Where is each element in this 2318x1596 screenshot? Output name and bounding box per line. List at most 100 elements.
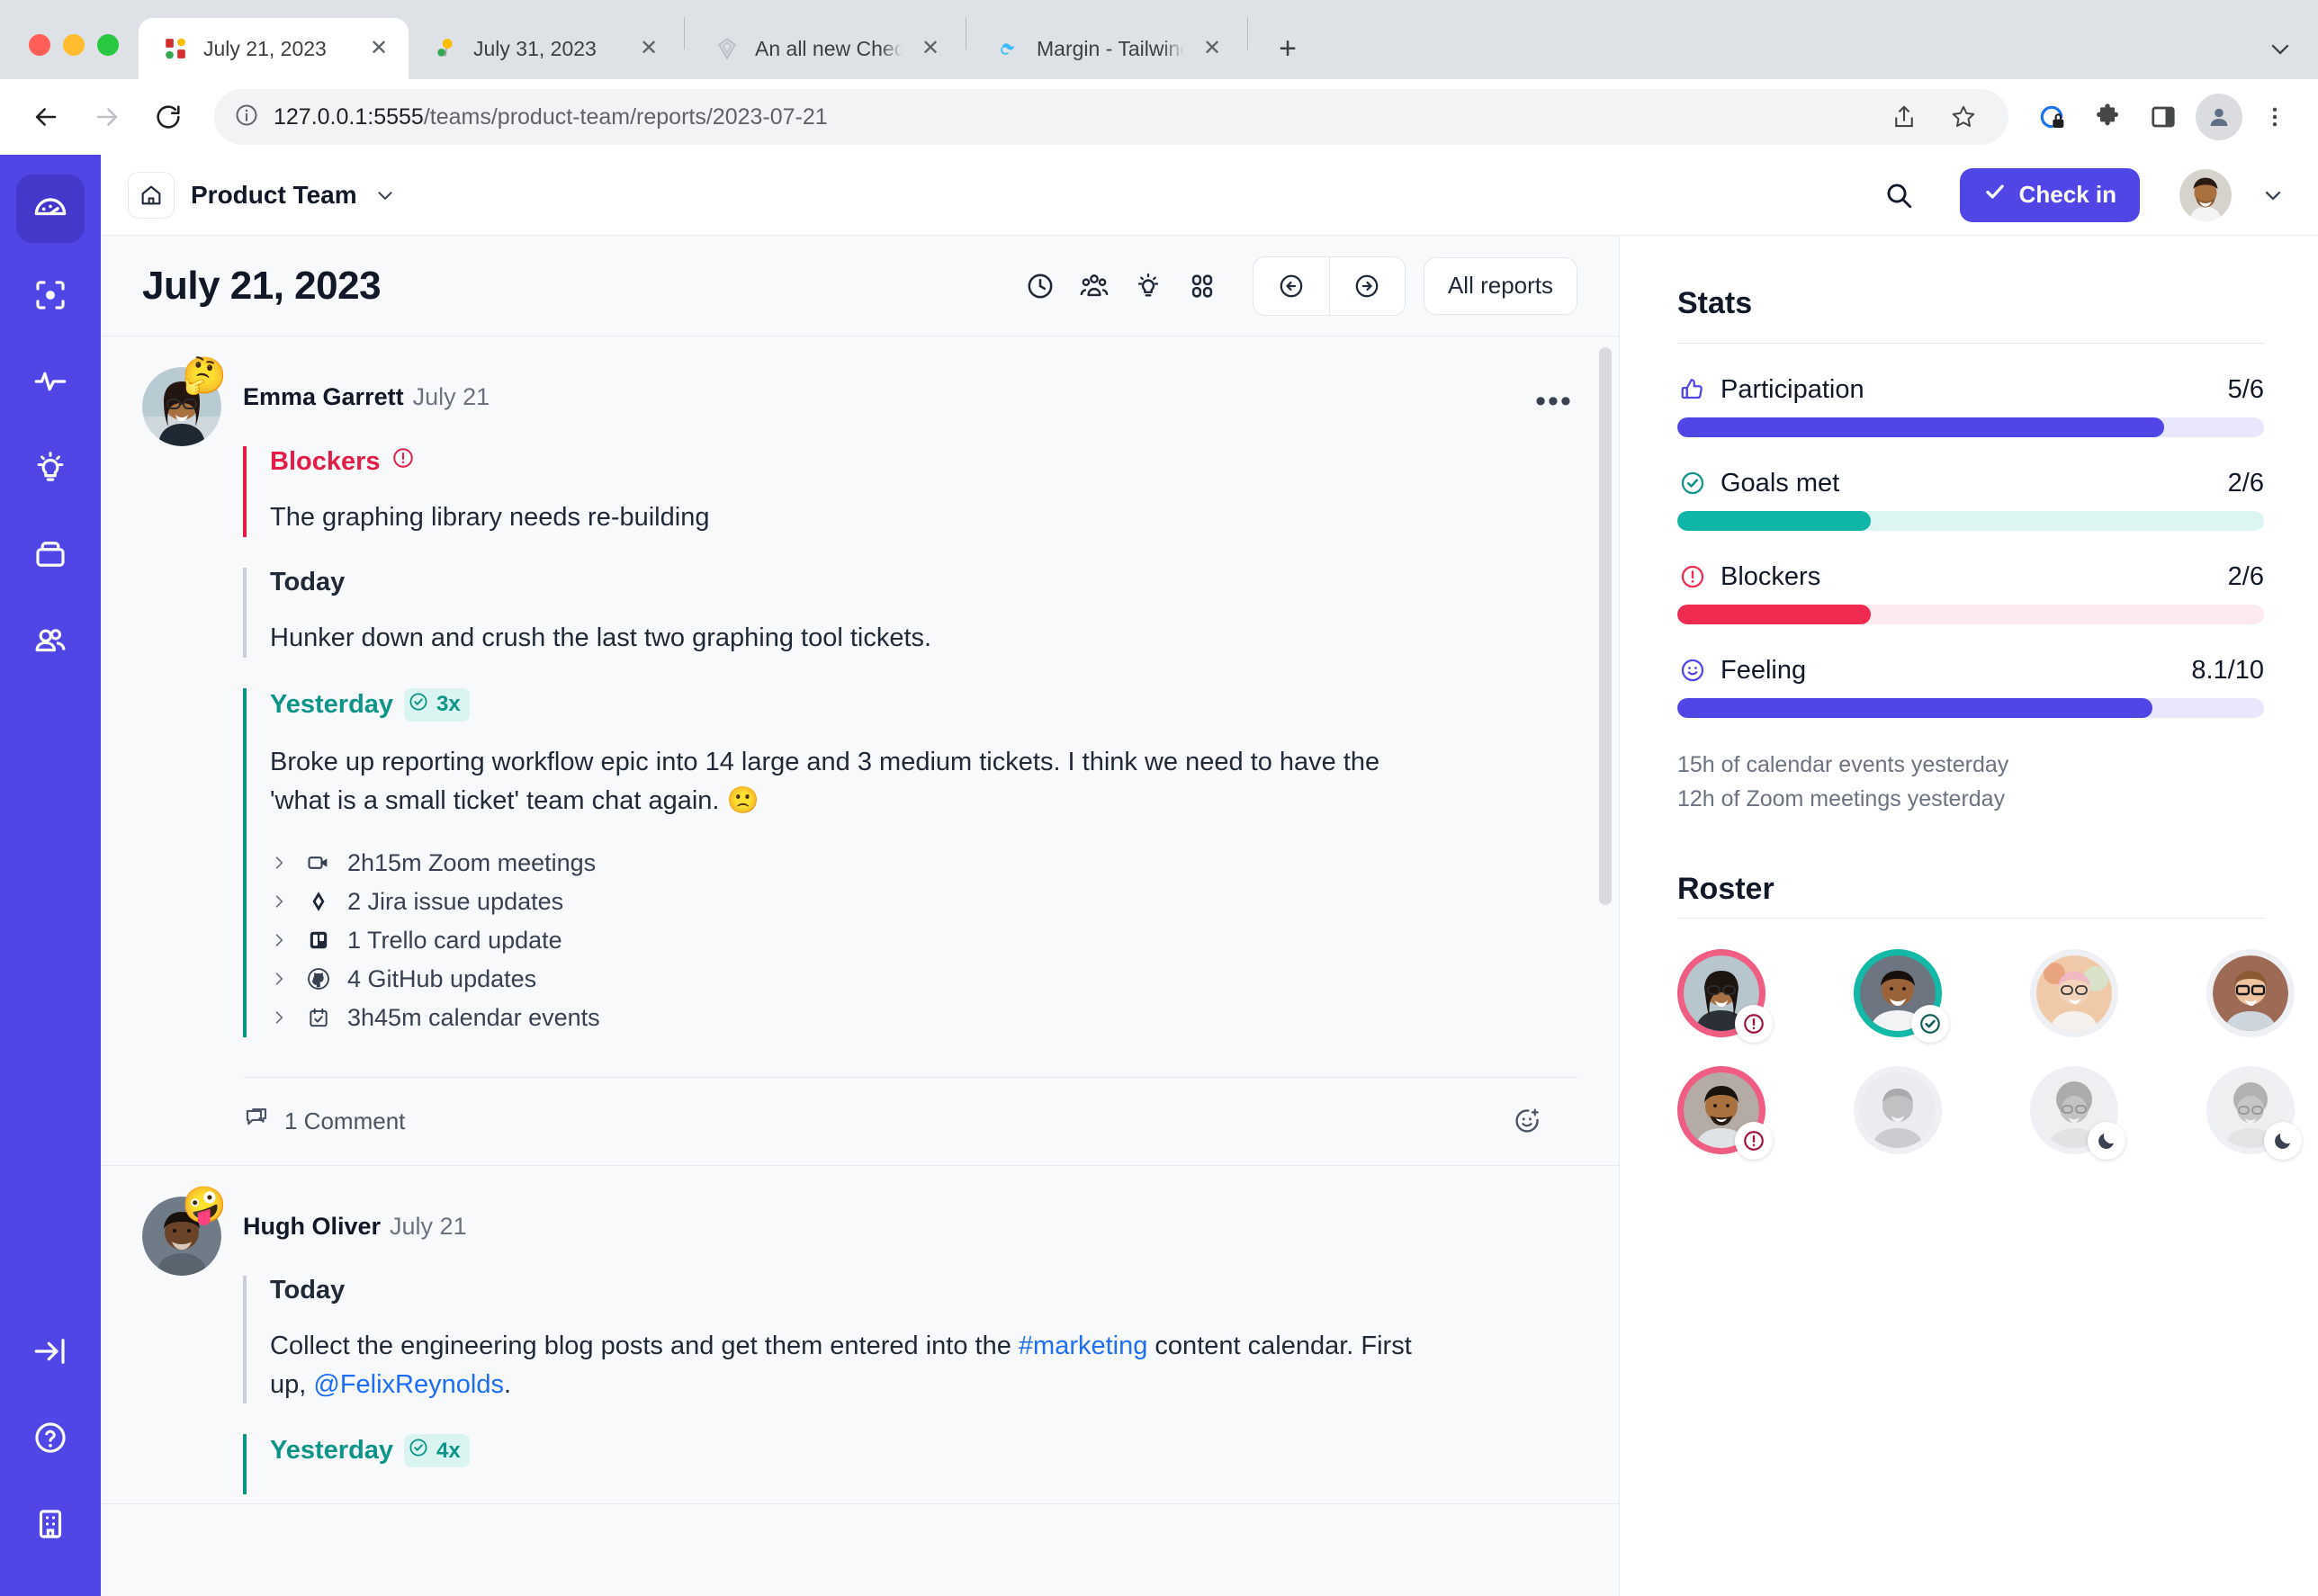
close-window-button[interactable] [29, 34, 50, 56]
roster-member-1[interactable] [1677, 949, 1773, 1043]
sidebar-item-pulse[interactable] [16, 347, 85, 416]
smiley-icon [1677, 655, 1708, 686]
stat-feeling: Feeling 8.1/10 [1677, 655, 2264, 718]
browser-tab-1[interactable]: July 21, 2023 ✕ [139, 18, 409, 79]
clock-icon[interactable] [1013, 259, 1067, 313]
report-post: 🤔 Emma Garrett July 21 ••• Blockers The … [101, 336, 1619, 1166]
sidebar-item-ideas[interactable] [16, 434, 85, 502]
address-bar[interactable]: 127.0.0.1:5555/teams/product-team/report… [214, 89, 2008, 145]
roster-member-4[interactable] [2206, 949, 2295, 1037]
home-icon[interactable] [128, 171, 175, 219]
side-panel-icon[interactable] [2138, 92, 2188, 142]
roster-member-8[interactable] [2206, 1066, 2302, 1160]
list-item[interactable]: 1 Trello card update [270, 921, 1577, 960]
browser-tab-2[interactable]: July 31, 2023 ✕ [409, 18, 678, 79]
section-yesterday: Yesterday 3x Broke up reporting workflow… [243, 687, 1577, 1037]
check-circle-icon [1677, 468, 1708, 498]
all-reports-button[interactable]: All reports [1423, 256, 1577, 315]
chevron-down-icon[interactable] [373, 184, 397, 207]
close-icon[interactable]: ✕ [1199, 35, 1226, 62]
site-info-icon[interactable] [234, 103, 259, 132]
close-icon[interactable]: ✕ [917, 35, 944, 62]
reload-icon[interactable] [140, 89, 196, 145]
list-item-label: 2 Jira issue updates [347, 887, 564, 915]
stat-participation: Participation 5/6 [1677, 374, 2264, 437]
tab-divider [1247, 17, 1248, 49]
chevron-down-icon[interactable] [2255, 23, 2305, 74]
help-circle-icon[interactable] [16, 1403, 85, 1472]
people-group-icon[interactable] [1067, 259, 1121, 313]
hashtag-link[interactable]: #marketing [1019, 1331, 1147, 1360]
bookmark-star-icon[interactable] [1938, 92, 1989, 142]
section-text: The graphing library needs re-building [270, 503, 710, 532]
avatar[interactable]: 🤪 [142, 1188, 227, 1276]
reports-feed: July 21, 2023 All reports 🤔 Emma Garrett… [101, 236, 1620, 1596]
section-today: Today Hunker down and crush the last two… [243, 567, 1577, 658]
app-content: Product Team Check in July 21, 2023 All … [101, 155, 2318, 1596]
stat-label: Feeling [1721, 655, 1807, 685]
feed-scroll-area[interactable]: 🤔 Emma Garrett July 21 ••• Blockers The … [101, 336, 1619, 1596]
roster-member-3[interactable] [2030, 949, 2118, 1037]
maximize-window-button[interactable] [97, 34, 119, 56]
profile-icon[interactable] [2194, 92, 2244, 142]
more-options-icon[interactable]: ••• [1531, 378, 1577, 425]
post-header: 🤔 Emma Garrett July 21 ••• [142, 358, 1577, 446]
roster-member-2[interactable] [1854, 949, 1949, 1043]
avatar[interactable]: 🤔 [142, 358, 227, 446]
list-item[interactable]: 2h15m Zoom meetings [270, 844, 1577, 883]
share-icon[interactable] [1879, 92, 1929, 142]
sidebar-item-archive[interactable] [16, 520, 85, 588]
back-icon[interactable] [18, 89, 74, 145]
chevron-down-icon[interactable] [2260, 183, 2286, 208]
tab-strip: July 21, 2023 ✕ July 31, 2023 ✕ An all n… [0, 0, 2318, 79]
search-icon[interactable] [1873, 170, 1924, 220]
extensions-puzzle-icon[interactable] [2082, 92, 2133, 142]
comments-button[interactable]: 1 Comment [243, 1105, 405, 1138]
avatar[interactable] [2179, 168, 2232, 221]
roster-member-7[interactable] [2030, 1066, 2125, 1160]
alert-icon [1735, 1005, 1773, 1043]
privacy-lock-icon[interactable] [2026, 92, 2077, 142]
status-ring [2206, 949, 2295, 1037]
browser-tab-3[interactable]: An all new Check-in dashboard ✕ [690, 18, 960, 79]
close-icon[interactable]: ✕ [365, 35, 392, 62]
grid-apps-icon[interactable] [1175, 259, 1229, 313]
post-body: Blockers The graphing library needs re-b… [243, 446, 1577, 1077]
sidebar-item-dashboard[interactable] [16, 175, 85, 243]
list-item[interactable]: 2 Jira issue updates [270, 883, 1577, 921]
moon-icon [2088, 1122, 2125, 1160]
mention-link[interactable]: @FelixReynolds [313, 1370, 504, 1399]
roster-member-6[interactable] [1854, 1066, 1942, 1154]
next-report-button[interactable] [1328, 256, 1405, 315]
list-item[interactable]: 4 GitHub updates [270, 960, 1577, 999]
close-icon[interactable]: ✕ [635, 35, 662, 62]
sidebar-item-people[interactable] [16, 606, 85, 675]
github-icon [304, 966, 333, 991]
add-reaction-icon[interactable] [1504, 1098, 1550, 1144]
lightbulb-icon[interactable] [1121, 259, 1175, 313]
goal-count-label: 4x [436, 1438, 461, 1463]
minimize-window-button[interactable] [63, 34, 85, 56]
url-host: 127.0.0.1:5555 [274, 103, 424, 130]
forward-icon[interactable] [79, 89, 135, 145]
list-item[interactable]: 3h45m calendar events [270, 999, 1577, 1037]
progress-fill [1677, 511, 1872, 531]
stat-value: 2/6 [2227, 561, 2264, 591]
more-vertical-icon[interactable] [2250, 92, 2300, 142]
check-in-button[interactable]: Check in [1959, 167, 2140, 222]
stat-value: 8.1/10 [2191, 655, 2264, 685]
vertical-scrollbar[interactable] [1599, 347, 1612, 905]
company-building-icon[interactable] [16, 1490, 85, 1558]
progress-fill [1677, 417, 2165, 437]
collapse-sidebar-icon[interactable] [16, 1317, 85, 1385]
chevron-right-icon [270, 892, 290, 910]
omnibox-actions [1879, 92, 1989, 142]
browser-tab-4[interactable]: Margin - Tailwind CSS ✕ [972, 18, 1242, 79]
progress-fill [1677, 605, 1872, 624]
roster-member-5[interactable] [1677, 1066, 1773, 1160]
stats-panel: Stats Participation 5/6 Goals met 2/6 Bl… [1620, 236, 2318, 1596]
section-title: Blockers [270, 446, 1577, 477]
new-tab-button[interactable]: + [1262, 23, 1313, 74]
previous-report-button[interactable] [1253, 257, 1329, 315]
sidebar-item-focus[interactable] [16, 261, 85, 329]
